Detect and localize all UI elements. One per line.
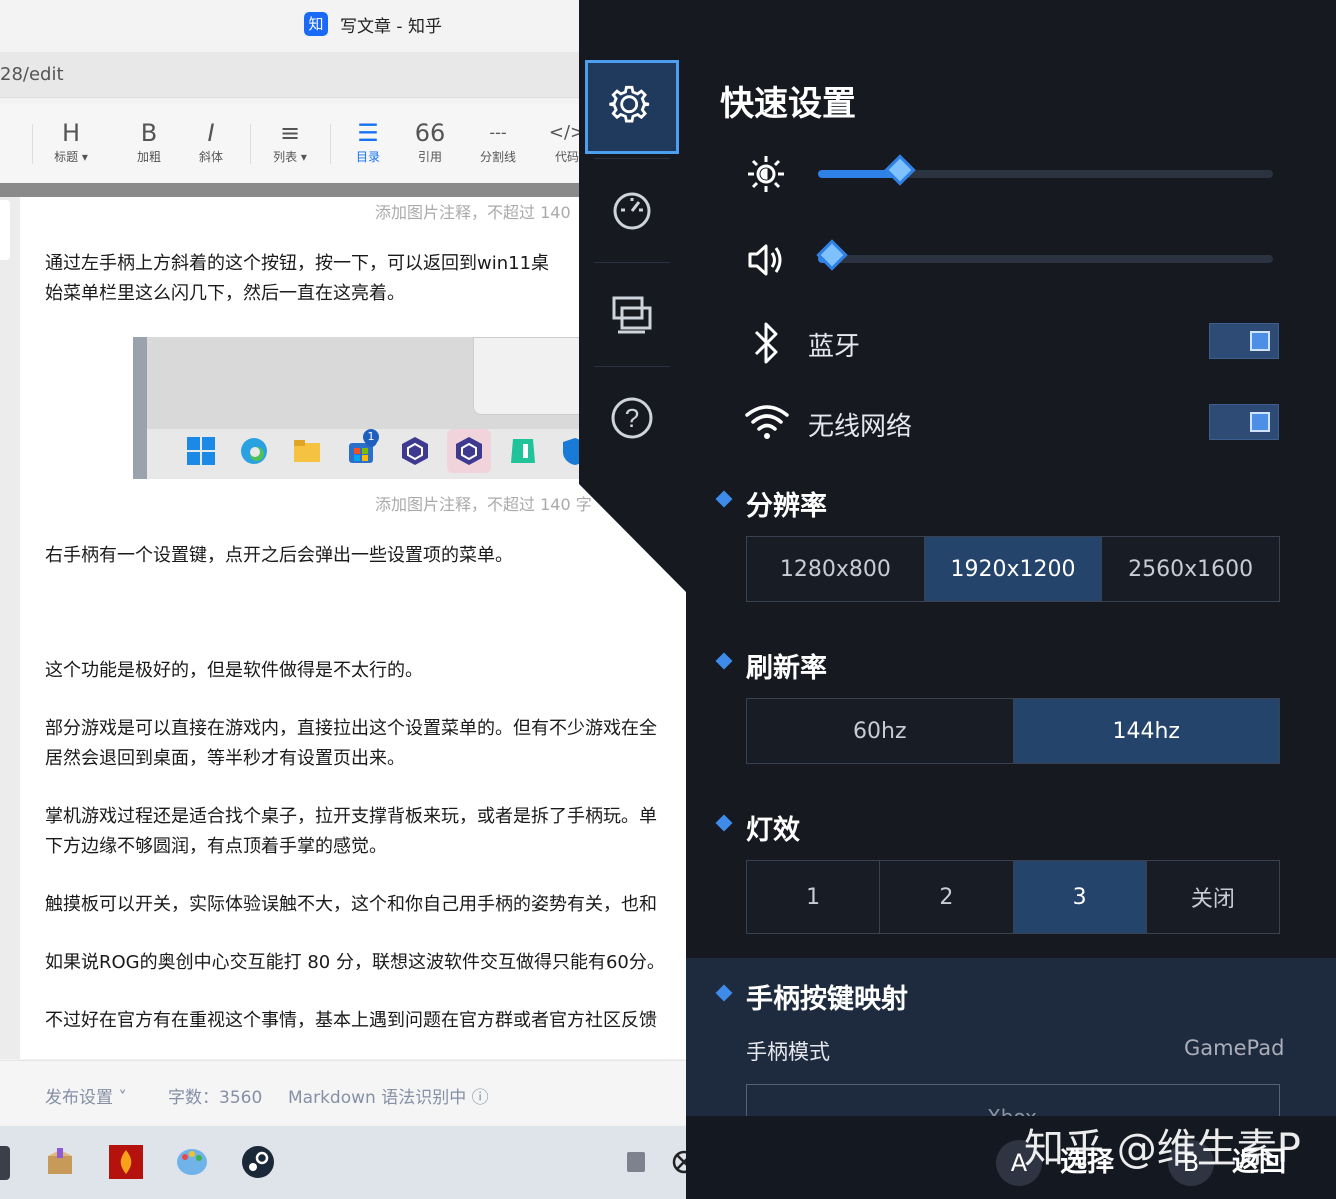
- bluetooth-toggle[interactable]: [1209, 323, 1279, 359]
- volume-icon: [748, 244, 782, 276]
- lighting-option-off[interactable]: 关闭: [1146, 861, 1279, 933]
- controller-mode-label: 手柄模式: [746, 1040, 830, 1064]
- refresh-rate-selector: 60hz 144hz: [746, 698, 1280, 764]
- help-icon: ?: [611, 397, 653, 439]
- volume-slider[interactable]: [816, 239, 1273, 271]
- mapping-title: 手柄按键映射: [746, 984, 908, 1015]
- bluetooth-toggle-thumb: [1250, 331, 1270, 351]
- controller-mode-value[interactable]: GamePad: [1184, 1036, 1284, 1060]
- lighting-option[interactable]: 2: [880, 861, 1014, 933]
- lighting-option[interactable]: 1: [747, 861, 881, 933]
- nav-divider: [594, 158, 670, 159]
- refresh-rate-title: 刷新率: [746, 653, 827, 684]
- nav-divider: [594, 366, 670, 367]
- resolution-option-selected[interactable]: 1920x1200: [924, 537, 1103, 601]
- lighting-option-selected[interactable]: 3: [1013, 861, 1147, 933]
- bluetooth-icon: [754, 322, 778, 364]
- nav-help-tab[interactable]: ?: [585, 372, 679, 466]
- lighting-title: 灯效: [746, 815, 800, 846]
- wifi-toggle-thumb: [1250, 412, 1270, 432]
- resolution-selector: 1280x800 1920x1200 2560x1600: [746, 536, 1280, 602]
- wifi-label: 无线网络: [808, 412, 913, 442]
- wifi-toggle[interactable]: [1209, 404, 1279, 440]
- svg-text:?: ?: [625, 403, 639, 433]
- resolution-option[interactable]: 1280x800: [747, 537, 925, 601]
- nav-settings-tab[interactable]: [585, 60, 679, 154]
- quick-settings-overlay: ? 快速设置 蓝牙 无线网络 分辨率 1280x800 1920x1200 25…: [0, 0, 1336, 1199]
- refresh-option-selected[interactable]: 144hz: [1013, 699, 1279, 763]
- quick-settings-title: 快速设置: [720, 84, 856, 124]
- brightness-icon: [748, 156, 784, 192]
- nav-display-tab[interactable]: [585, 268, 679, 362]
- lighting-selector: 1 2 3 关闭: [746, 860, 1280, 934]
- resolution-title: 分辨率: [746, 491, 827, 522]
- resolution-option[interactable]: 2560x1600: [1102, 537, 1280, 601]
- screen: 知 写文章 - 知乎 28/edit 式 H标题 ▾ B加粗 I斜体 ≡列表 ▾: [0, 0, 1336, 1199]
- refresh-option[interactable]: 60hz: [747, 699, 1014, 763]
- nav-divider: [594, 262, 670, 263]
- gauge-icon: [613, 192, 651, 230]
- wifi-icon: [745, 405, 789, 439]
- display-icon: [612, 296, 652, 334]
- nav-performance-tab[interactable]: [585, 164, 679, 258]
- gear-icon: [609, 85, 650, 123]
- brightness-slider[interactable]: [818, 154, 1273, 186]
- watermark: 知乎 @维生素P: [1024, 1126, 1301, 1172]
- bluetooth-label: 蓝牙: [808, 332, 861, 362]
